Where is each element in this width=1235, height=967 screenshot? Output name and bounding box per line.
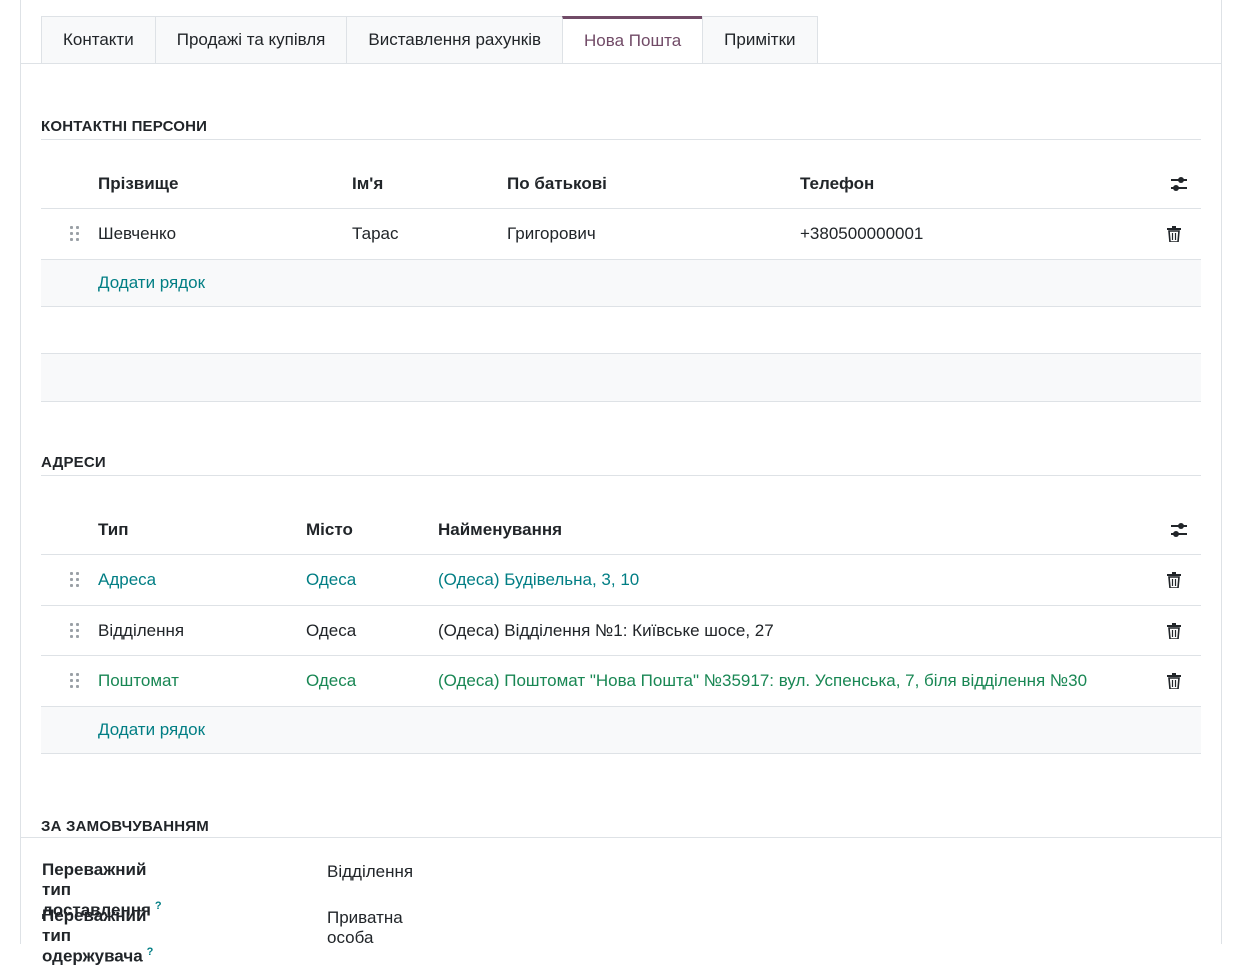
addresses-header-row: Тип Місто Найменування — [41, 506, 1201, 555]
empty-row — [41, 307, 1201, 354]
contacts-table: Прізвище Ім'я По батькові Телефон Шевчен… — [41, 160, 1201, 402]
contacts-header-row: Прізвище Ім'я По батькові Телефон — [41, 160, 1201, 209]
recipient-type-value[interactable]: Приватна особа — [327, 908, 403, 948]
addresses-table: Тип Місто Найменування Адреса Одеса (Оде… — [41, 506, 1201, 754]
tab-nova-poshta[interactable]: Нова Пошта — [562, 16, 703, 64]
table-row[interactable]: Адреса Одеса (Одеса) Будівельна, 3, 10 — [41, 555, 1201, 606]
tab-contacts[interactable]: Контакти — [41, 16, 155, 64]
optional-columns-icon[interactable] — [1169, 175, 1189, 193]
drag-handle-icon[interactable] — [69, 225, 81, 243]
drag-handle-icon[interactable] — [69, 622, 81, 640]
address-name[interactable]: (Одеса) Поштомат "Нова Пошта" №35917: ву… — [438, 671, 1087, 691]
tabs-divider — [21, 63, 1221, 64]
addresses-section-title: АДРЕСИ — [41, 454, 1201, 476]
trash-icon[interactable] — [1167, 226, 1181, 242]
help-icon[interactable]: ? — [147, 946, 154, 958]
contacts-section-title: КОНТАКТНІ ПЕРСОНИ — [41, 118, 1201, 140]
address-type[interactable]: Поштомат — [98, 671, 179, 691]
address-city[interactable]: Одеса — [306, 671, 356, 691]
col-name-header[interactable]: Найменування — [438, 520, 562, 540]
table-row[interactable]: Поштомат Одеса (Одеса) Поштомат "Нова По… — [41, 656, 1201, 707]
optional-columns-icon[interactable] — [1169, 521, 1189, 539]
drag-handle-icon[interactable] — [69, 672, 81, 690]
trash-icon[interactable] — [1167, 572, 1181, 588]
defaults-divider — [21, 837, 1221, 838]
tab-sales-purchases[interactable]: Продажі та купівля — [154, 16, 347, 64]
empty-row — [41, 354, 1201, 402]
contact-patronymic[interactable]: Григорович — [507, 224, 596, 244]
notebook-tabs: Контакти Продажі та купівля Виставлення … — [41, 16, 818, 64]
tab-invoicing[interactable]: Виставлення рахунків — [346, 16, 563, 64]
drag-handle-icon[interactable] — [69, 571, 81, 589]
col-phone-header[interactable]: Телефон — [800, 174, 874, 194]
address-city[interactable]: Одеса — [306, 570, 356, 590]
add-line-link[interactable]: Додати рядок — [98, 273, 205, 293]
trash-icon[interactable] — [1167, 622, 1181, 639]
address-type[interactable]: Відділення — [98, 621, 184, 641]
table-row[interactable]: Шевченко Тарас Григорович +380500000001 — [41, 209, 1201, 260]
contact-name[interactable]: Тарас — [352, 224, 398, 244]
col-city-header[interactable]: Місто — [306, 520, 353, 540]
address-name[interactable]: (Одеса) Відділення №1: Київське шосе, 27 — [438, 621, 774, 641]
address-name[interactable]: (Одеса) Будівельна, 3, 10 — [438, 570, 639, 590]
tab-notes[interactable]: Примітки — [702, 16, 818, 64]
form-sheet: Контакти Продажі та купівля Виставлення … — [20, 0, 1222, 966]
table-row[interactable]: Відділення Одеса (Одеса) Відділення №1: … — [41, 606, 1201, 656]
add-line-row: Додати рядок — [41, 260, 1201, 307]
contact-phone[interactable]: +380500000001 — [800, 224, 923, 244]
add-line-link[interactable]: Додати рядок — [98, 720, 205, 740]
col-type-header[interactable]: Тип — [98, 520, 128, 540]
col-surname-header[interactable]: Прізвище — [98, 174, 178, 194]
col-patronymic-header[interactable]: По батькові — [507, 174, 607, 194]
col-name-header[interactable]: Ім'я — [352, 174, 383, 194]
defaults-section-title: ЗА ЗАМОВЧУВАННЯМ — [41, 818, 209, 835]
trash-icon[interactable] — [1167, 673, 1181, 689]
address-type[interactable]: Адреса — [98, 570, 156, 590]
recipient-type-label: Переважний тип одержувача? — [42, 906, 154, 966]
add-line-row: Додати рядок — [41, 707, 1201, 754]
help-icon[interactable]: ? — [155, 900, 162, 912]
contact-surname[interactable]: Шевченко — [98, 224, 176, 244]
delivery-type-value[interactable]: Відділення — [327, 862, 413, 882]
address-city[interactable]: Одеса — [306, 621, 356, 641]
